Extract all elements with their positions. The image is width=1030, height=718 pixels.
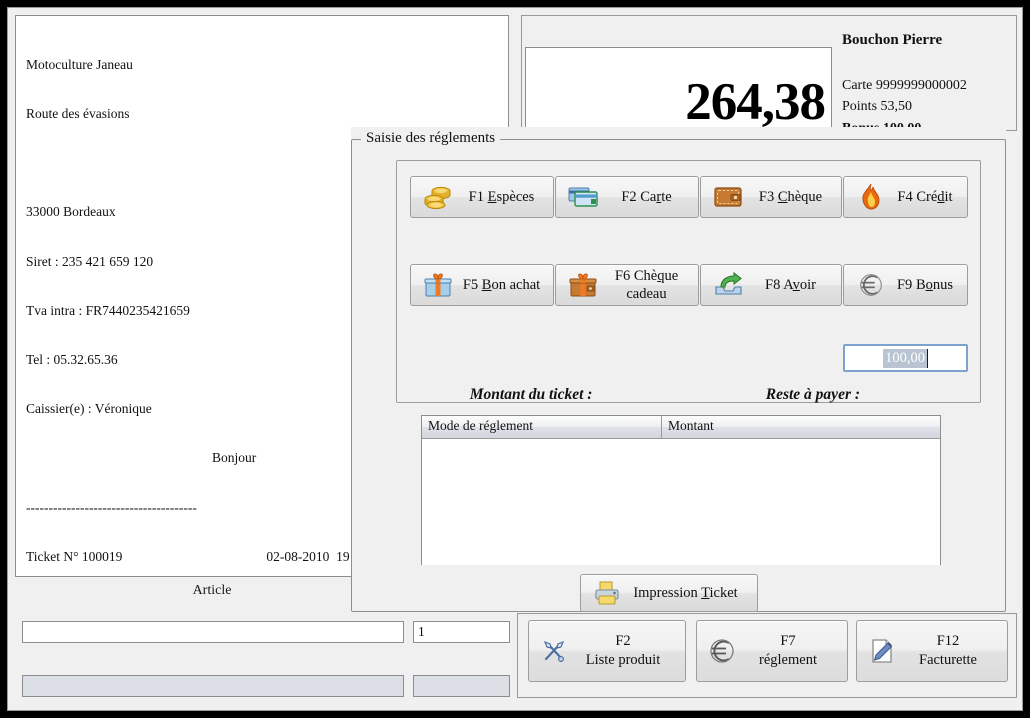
liste-produit-button[interactable]: F2 Liste produit <box>528 620 686 682</box>
quantity-input[interactable] <box>413 621 510 643</box>
payment-methods-group: F1 Espèces F2 Carte F3 Chèque F4 Crédit … <box>396 160 981 439</box>
label-carte: Carte <box>640 189 672 205</box>
key-f2: F2 <box>621 189 637 205</box>
receipt-ticket-number: Ticket N° 100019 <box>26 548 123 564</box>
receipt-line-address: Route des évasions <box>26 106 130 122</box>
label-credit: Crédit <box>916 189 953 205</box>
label-cheque: Chèque <box>777 189 823 205</box>
facturette-label: F12 Facturette <box>899 632 1007 670</box>
payment-label-bonus: F9 Bonus <box>891 276 967 294</box>
customer-name: Bouchon Pierre <box>842 32 943 48</box>
payment-button-cheque-cadeau[interactable]: F6 Chèque cadeau <box>555 264 699 306</box>
key-f1: F1 <box>468 189 484 205</box>
remaining-amount-label: Reste à payer : <box>765 386 861 403</box>
reglement-key: F7 <box>780 633 796 649</box>
payment-button-avoir[interactable]: F8 Avoir <box>700 264 842 306</box>
document-pen-icon <box>865 637 899 665</box>
key-f5: F5 <box>462 277 479 293</box>
customer-points: Points 53,50 <box>842 99 913 114</box>
impression-ticket-button[interactable]: Impression Ticket <box>580 574 758 612</box>
reglement-text: réglement <box>759 652 817 668</box>
ticket-total-display: 264,38 <box>525 47 832 131</box>
bonus-amount-value: 100,00 <box>883 348 928 368</box>
bonus-amount-input[interactable]: 100,00 <box>843 344 968 372</box>
key-f6: F6 <box>614 268 631 284</box>
tools-icon <box>537 638 571 664</box>
article-input[interactable] <box>22 621 404 643</box>
receipt-greeting: Bonjour <box>212 450 257 466</box>
payment-label-especes: F1 Espèces <box>458 188 553 206</box>
payments-table[interactable]: Mode de réglement Montant <box>421 415 941 565</box>
liste-produit-key: F2 <box>615 633 631 649</box>
receipt-ticket-date: 02-08-2010 19 <box>266 548 350 564</box>
ticket-total-value: 264,38 <box>685 73 826 131</box>
column-header-mode: Mode de réglement <box>422 416 662 438</box>
payment-button-carte[interactable]: F2 Carte <box>555 176 699 218</box>
liste-produit-label: F2 Liste produit <box>571 632 685 670</box>
euro-icon <box>851 271 891 299</box>
credit-card-icon <box>563 184 603 210</box>
payment-dialog-title: Saisie des réglements <box>361 130 501 147</box>
payment-label-carte: F2 Carte <box>603 188 698 206</box>
column-header-montant: Montant <box>668 418 714 433</box>
pos-main-window: Motoculture Janeau Route des évasions 33… <box>7 7 1023 711</box>
customer-card-number: Carte 9999999000002 <box>842 78 967 93</box>
key-f9: F9 <box>896 277 913 293</box>
receipt-line-store: Motoculture Janeau <box>26 56 133 72</box>
label-bon-achat: Bon achat <box>481 277 541 293</box>
flame-icon <box>851 183 891 211</box>
payment-button-cheque[interactable]: F3 Chèque <box>700 176 842 218</box>
key-f4: F4 <box>897 189 913 205</box>
label-avoir: Avoir <box>783 277 816 293</box>
facturette-text: Facturette <box>919 652 977 668</box>
euro-icon <box>705 636 739 666</box>
payment-label-cheque: F3 Chèque <box>748 188 841 206</box>
gift-wallet-icon <box>563 272 603 298</box>
wallet-icon <box>708 185 748 209</box>
payment-label-cheque-cadeau: F6 Chèque cadeau <box>603 267 698 303</box>
key-f8: F8 <box>765 277 781 293</box>
payment-button-especes[interactable]: F1 Espèces <box>410 176 554 218</box>
label-bonus: Bonus <box>915 277 954 293</box>
quantity-input-secondary[interactable] <box>413 675 510 697</box>
function-button-bar: F2 Liste produit F7 réglement F12 Factur… <box>517 613 1017 698</box>
application-screenshot: Motoculture Janeau Route des évasions 33… <box>0 0 1030 718</box>
printer-icon <box>590 580 624 606</box>
payment-button-bonus[interactable]: F9 Bonus <box>843 264 968 306</box>
payment-label-credit: F4 Crédit <box>891 188 967 206</box>
payment-button-bon-achat[interactable]: F5 Bon achat <box>410 264 554 306</box>
payment-dialog: Saisie des réglements F1 Espèces F2 Cart… <box>351 127 1006 612</box>
coins-icon <box>418 184 458 210</box>
impression-ticket-label: Impression Ticket <box>633 584 738 601</box>
key-f3: F3 <box>758 189 775 205</box>
article-input-secondary[interactable] <box>22 675 404 697</box>
reglement-button[interactable]: F7 réglement <box>696 620 848 682</box>
liste-produit-text: Liste produit <box>585 652 661 668</box>
return-arrow-icon <box>708 272 748 298</box>
payments-table-body[interactable] <box>422 439 940 565</box>
gift-icon <box>418 272 458 298</box>
payment-label-bon-achat: F5 Bon achat <box>458 276 553 294</box>
payments-table-header: Mode de réglement Montant <box>422 416 940 439</box>
facturette-button[interactable]: F12 Facturette <box>856 620 1008 682</box>
reglement-label: F7 réglement <box>739 632 847 670</box>
label-especes: Espèces <box>487 189 535 205</box>
label-cheque-cadeau: Chèque cadeau <box>626 268 679 302</box>
article-label: Article <box>192 583 232 598</box>
payment-button-credit[interactable]: F4 Crédit <box>843 176 968 218</box>
facturette-key: F12 <box>936 633 960 649</box>
payment-label-avoir: F8 Avoir <box>748 276 841 294</box>
ticket-amount-label: Montant du ticket : <box>469 386 593 403</box>
total-customer-panel: 264,38 Bouchon Pierre Carte 999999900000… <box>521 15 1017 136</box>
